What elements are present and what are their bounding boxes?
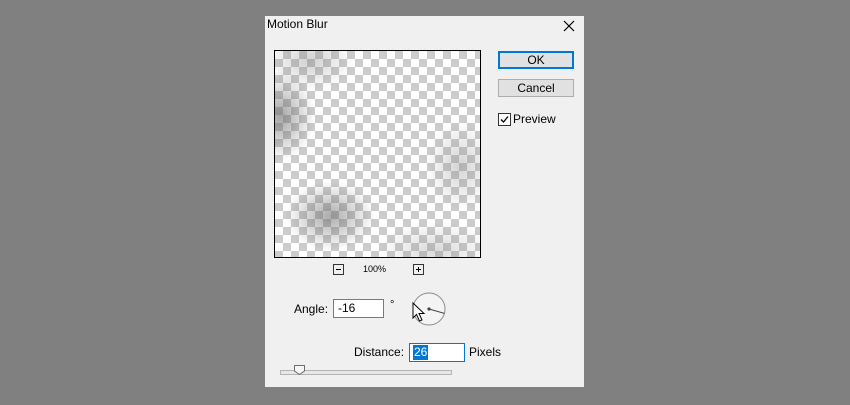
checkmark-icon bbox=[500, 116, 509, 123]
dialog-title: Motion Blur bbox=[267, 17, 328, 31]
preview-label[interactable]: Preview bbox=[513, 112, 556, 126]
minus-square-icon bbox=[336, 269, 341, 270]
cancel-button[interactable]: Cancel bbox=[498, 79, 574, 97]
distance-label: Distance: bbox=[354, 345, 405, 359]
mouse-pointer-icon bbox=[412, 302, 426, 322]
close-button[interactable] bbox=[557, 16, 581, 38]
degree-symbol: ° bbox=[390, 299, 395, 311]
distance-input[interactable]: 26 bbox=[409, 343, 465, 362]
plus-square-icon bbox=[416, 267, 421, 272]
zoom-out-button[interactable] bbox=[333, 264, 344, 275]
distance-slider-thumb[interactable] bbox=[293, 365, 305, 375]
close-icon bbox=[563, 20, 575, 32]
distance-value-selected: 26 bbox=[413, 345, 429, 360]
zoom-level: 100% bbox=[363, 264, 387, 274]
zoom-in-button[interactable] bbox=[413, 264, 424, 275]
angle-input[interactable]: -16 bbox=[333, 299, 384, 318]
blur-shade bbox=[275, 51, 355, 91]
motion-blur-dialog: Motion Blur 100% OK Cancel Preview Angle… bbox=[265, 16, 584, 387]
ok-button[interactable]: OK bbox=[498, 51, 574, 69]
pixels-unit-label: Pixels bbox=[469, 345, 502, 359]
distance-slider-track[interactable] bbox=[280, 370, 452, 375]
blur-shade bbox=[285, 181, 375, 251]
angle-label: Angle: bbox=[294, 302, 329, 316]
angle-dial-center bbox=[427, 307, 431, 311]
filter-preview-area[interactable] bbox=[274, 50, 481, 258]
preview-checkbox[interactable] bbox=[498, 113, 511, 126]
blur-shade bbox=[375, 221, 480, 257]
blur-shade bbox=[425, 121, 480, 211]
